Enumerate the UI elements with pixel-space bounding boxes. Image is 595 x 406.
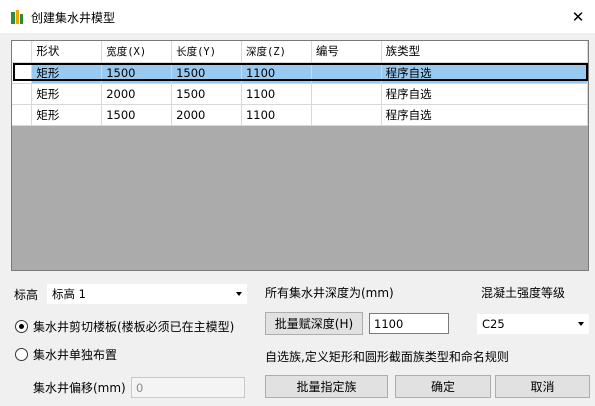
cut-slab-label[interactable]: 集水井剪切楼板(楼板必须已在主模型) xyxy=(33,318,234,335)
cell-shape[interactable]: 矩形 xyxy=(31,104,103,126)
row-header[interactable] xyxy=(12,62,33,84)
cell-code[interactable] xyxy=(311,104,382,126)
cell-depth[interactable]: 1100 xyxy=(241,104,312,126)
close-button[interactable]: ✕ xyxy=(566,6,590,28)
column-header-code[interactable]: 编号 xyxy=(311,41,382,63)
batch-depth-button[interactable]: 批量赋深度(H) xyxy=(265,312,363,335)
row-header[interactable] xyxy=(12,83,33,105)
batch-depth-button-label: 批量赋深度(H) xyxy=(274,317,354,331)
standalone-radio[interactable] xyxy=(15,348,28,361)
offset-input: 0 xyxy=(131,377,245,398)
cell-length[interactable]: 1500 xyxy=(171,83,242,105)
table-row-3[interactable]: 矩形 1500 2000 1100 程序自选 xyxy=(12,104,588,126)
level-label: 标高 xyxy=(14,288,39,302)
offset-input-value: 0 xyxy=(136,380,144,395)
title-bar: 创建集水井模型 ✕ xyxy=(0,0,595,33)
depth-input[interactable]: 1100 xyxy=(369,313,449,334)
chevron-down-icon xyxy=(578,322,584,326)
header-row: 形状 宽度(X) 长度(Y) 深度(Z) 编号 族类型 xyxy=(12,41,588,63)
cell-shape[interactable]: 矩形 xyxy=(31,62,103,84)
standalone-label[interactable]: 集水井单独布置 xyxy=(33,346,117,363)
cell-family[interactable]: 程序自选 xyxy=(381,62,588,84)
ok-button-label: 确定 xyxy=(430,380,455,394)
radio-selected-dot xyxy=(19,324,24,329)
cell-depth[interactable]: 1100 xyxy=(241,62,312,84)
cancel-button[interactable]: 取消 xyxy=(495,375,590,398)
cell-width[interactable]: 1500 xyxy=(101,62,173,84)
cell-depth[interactable]: 1100 xyxy=(241,83,312,105)
ok-button[interactable]: 确定 xyxy=(395,375,491,398)
depth-input-value: 1100 xyxy=(374,316,404,331)
cell-width[interactable]: 1500 xyxy=(101,104,173,126)
cancel-button-label: 取消 xyxy=(530,380,555,394)
custom-family-hint: 自选族,定义矩形和圆形截面族类型和命名规则 xyxy=(265,350,509,364)
window-title: 创建集水井模型 xyxy=(31,11,116,25)
sump-grid[interactable]: 形状 宽度(X) 长度(Y) 深度(Z) 编号 族类型 矩形 1500 1500… xyxy=(11,40,589,271)
assign-family-button-label: 批量指定族 xyxy=(296,380,357,394)
concrete-grade-select[interactable]: C25 xyxy=(477,314,589,334)
cell-code[interactable] xyxy=(311,62,382,84)
table-row-1[interactable]: 矩形 1500 1500 1100 程序自选 xyxy=(12,62,588,84)
row-header[interactable] xyxy=(12,104,33,126)
row-header-corner xyxy=(12,41,33,63)
cell-length[interactable]: 2000 xyxy=(171,104,242,126)
cell-code[interactable] xyxy=(311,83,382,105)
cell-family[interactable]: 程序自选 xyxy=(381,83,588,105)
depth-all-label: 所有集水井深度为(mm) xyxy=(265,286,394,300)
close-icon: ✕ xyxy=(571,8,585,26)
cell-width[interactable]: 2000 xyxy=(101,83,173,105)
assign-family-button[interactable]: 批量指定族 xyxy=(265,375,388,398)
offset-label: 集水井偏移(mm) xyxy=(33,381,126,395)
concrete-grade-value: C25 xyxy=(482,317,505,331)
level-select[interactable]: 标高 1 xyxy=(47,284,247,304)
sump-table: 形状 宽度(X) 长度(Y) 深度(Z) 编号 族类型 矩形 1500 1500… xyxy=(12,41,588,126)
chevron-down-icon xyxy=(236,292,242,296)
column-header-length[interactable]: 长度(Y) xyxy=(171,41,242,63)
app-icon xyxy=(11,10,23,24)
column-header-shape[interactable]: 形状 xyxy=(31,41,103,63)
cell-length[interactable]: 1500 xyxy=(171,62,242,84)
cut-slab-radio[interactable] xyxy=(15,320,28,333)
column-header-family[interactable]: 族类型 xyxy=(381,41,588,63)
level-select-value: 标高 1 xyxy=(52,287,86,301)
cell-family[interactable]: 程序自选 xyxy=(381,104,588,126)
concrete-grade-label: 混凝土强度等级 xyxy=(481,286,566,300)
column-header-width[interactable]: 宽度(X) xyxy=(101,41,173,63)
column-header-depth[interactable]: 深度(Z) xyxy=(241,41,312,63)
cell-shape[interactable]: 矩形 xyxy=(31,83,103,105)
table-row-2[interactable]: 矩形 2000 1500 1100 程序自选 xyxy=(12,83,588,105)
